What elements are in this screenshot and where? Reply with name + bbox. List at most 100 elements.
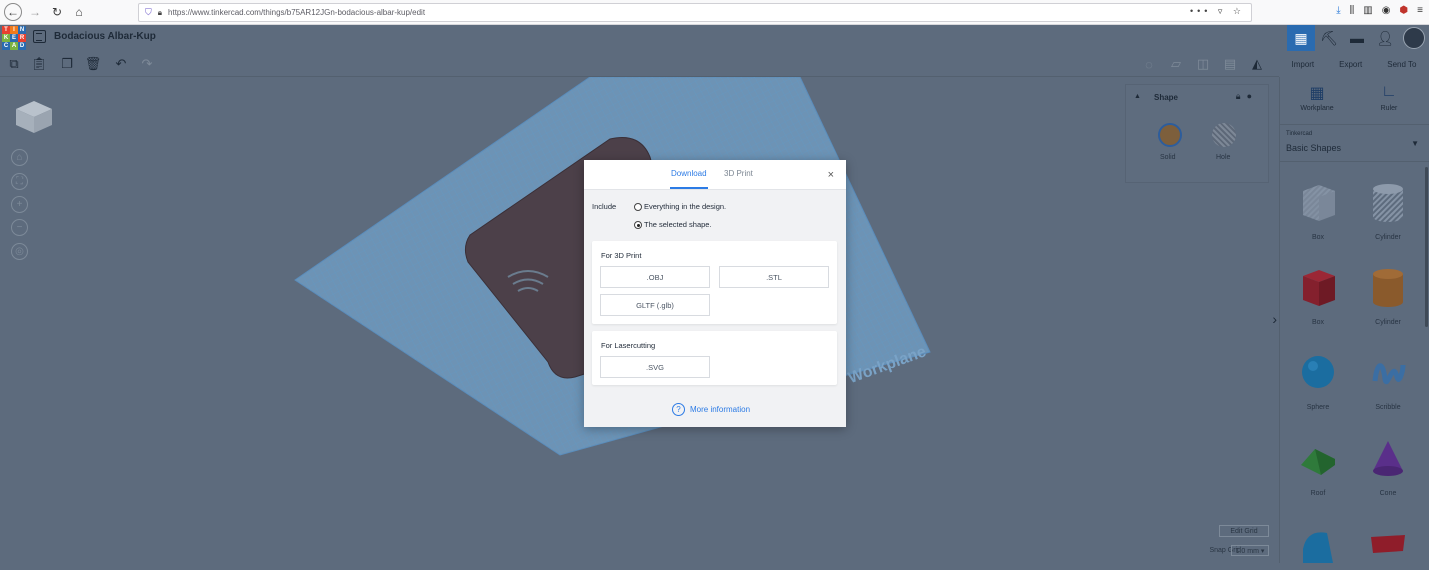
section-3d-print-title: For 3D Print xyxy=(601,251,642,260)
zoom-in-icon[interactable]: + xyxy=(11,196,28,213)
card-3d-print: For 3D Print .OBJ .STL GLTF (.glb) xyxy=(592,241,837,324)
option-selected-label[interactable]: The selected shape. xyxy=(644,220,712,229)
shape-cone[interactable]: Cone xyxy=(1358,437,1418,497)
page-actions[interactable]: ••• ▿ ☆ xyxy=(1190,6,1245,17)
chevron-down-icon[interactable]: ▼ xyxy=(1411,139,1419,148)
extension-icon[interactable]: ⬢ xyxy=(1399,5,1408,16)
perspective-icon[interactable]: ◎ xyxy=(11,243,28,260)
menu-icon[interactable]: ≡ xyxy=(1417,5,1423,16)
home-icon[interactable]: ⌂ xyxy=(70,3,88,21)
shape-cylinder-hole[interactable]: Cylinder xyxy=(1358,181,1418,241)
sidebar-icon[interactable]: ▥ xyxy=(1363,5,1372,16)
library-select[interactable]: Basic Shapes xyxy=(1286,143,1341,153)
redo-icon[interactable]: ↷ xyxy=(138,55,156,73)
tinkercad-logo[interactable]: T I N K E R C A D xyxy=(2,26,26,50)
library-icon[interactable]: ⫼ xyxy=(1350,5,1355,16)
design-menu-icon[interactable] xyxy=(33,30,46,43)
lock-icon[interactable]: 🔒︎ xyxy=(1236,91,1247,101)
bulb-icon[interactable]: ● xyxy=(1247,91,1258,101)
delete-icon[interactable]: 🗑︎ xyxy=(84,55,102,73)
workplane-label: Workplane xyxy=(1300,105,1334,112)
undo-icon[interactable]: ↶ xyxy=(112,55,130,73)
duplicate-icon[interactable]: ❐ xyxy=(58,55,76,73)
collapse-caret-icon[interactable]: ▲ xyxy=(1134,93,1141,100)
back-icon[interactable]: ← xyxy=(4,3,22,21)
solid-swatch[interactable] xyxy=(1158,123,1182,147)
library-source: Tinkercad xyxy=(1286,131,1313,137)
more-information-link[interactable]: ? More information xyxy=(672,403,750,416)
ruler-tool[interactable]: ∟ Ruler xyxy=(1364,83,1414,112)
shape-sphere[interactable]: Sphere xyxy=(1288,351,1348,411)
ruler-label: Ruler xyxy=(1380,105,1398,112)
section-lasercutting-title: For Lasercutting xyxy=(601,341,656,350)
home-view-icon[interactable]: ⌂ xyxy=(11,149,28,166)
shape-label: Scribble xyxy=(1375,404,1401,411)
design-title[interactable]: Bodacious Albar-Kup xyxy=(54,31,156,42)
lock-icon[interactable]: 🔒︎ xyxy=(158,8,162,18)
download-icon[interactable]: ⤓ xyxy=(1336,5,1340,16)
shape-inspector: ▲ Shape 🔒︎● Solid Hole xyxy=(1125,84,1269,183)
shape-scribble[interactable]: Scribble xyxy=(1358,351,1418,411)
obj-button[interactable]: .OBJ xyxy=(600,266,710,288)
send-to-button[interactable]: Send To xyxy=(1387,60,1416,69)
workplane-tool[interactable]: ▦ Workplane xyxy=(1292,83,1342,112)
workplane-icon: ▦ xyxy=(1309,85,1325,102)
stl-button[interactable]: .STL xyxy=(719,266,829,288)
option-everything-label[interactable]: Everything in the design. xyxy=(644,202,726,211)
inspector-icons: 🔒︎● xyxy=(1236,91,1258,102)
export-button[interactable]: Export xyxy=(1339,60,1362,69)
tab-3d-print[interactable]: 3D Print xyxy=(724,169,753,178)
pickaxe-icon[interactable]: ⛏ xyxy=(1315,25,1343,51)
scribble-icon xyxy=(1372,363,1406,385)
divider xyxy=(1280,161,1429,162)
add-user-icon[interactable]: 👤︎ xyxy=(1371,25,1399,51)
gltf-button[interactable]: GLTF (.glb) xyxy=(600,294,710,316)
inspector-title: Shape xyxy=(1154,93,1179,102)
edit-toolbar: ⧉ 📋︎ ❐ 🗑︎ ↶ ↷ ◌ ▱ ◫ ▤ ◭ xyxy=(0,51,1279,77)
svg-button[interactable]: .SVG xyxy=(600,356,710,378)
3d-view-grid-icon[interactable]: ▦ xyxy=(1287,25,1315,51)
panel-scrollbar[interactable] xyxy=(1425,167,1428,327)
zoom-out-icon[interactable]: − xyxy=(11,219,28,236)
logo-letter: R xyxy=(18,34,26,42)
tab-download[interactable]: Download xyxy=(670,169,708,189)
shape-cylinder[interactable]: Cylinder xyxy=(1358,266,1418,326)
import-button[interactable]: Import xyxy=(1291,60,1314,69)
fit-view-icon[interactable]: ⛶ xyxy=(11,173,28,190)
forward-icon[interactable]: → xyxy=(26,3,44,21)
group-icon[interactable]: ◫ xyxy=(1194,55,1212,73)
shape-label: Box xyxy=(1311,234,1325,241)
hole-swatch[interactable] xyxy=(1212,123,1236,147)
hole-label: Hole xyxy=(1216,154,1231,161)
radio-everything[interactable] xyxy=(634,203,642,211)
snap-grid-select[interactable]: 1.0 mm ▾ xyxy=(1231,545,1269,556)
shape-box-hole[interactable]: Box xyxy=(1288,181,1348,241)
close-icon[interactable]: × xyxy=(828,169,834,181)
edit-grid-button[interactable]: Edit Grid xyxy=(1219,525,1269,537)
cone-icon xyxy=(1373,441,1403,476)
radio-selected-shape[interactable] xyxy=(634,221,642,229)
light-bulb-icon[interactable]: ◌ xyxy=(1140,55,1158,73)
bricks-icon[interactable]: ▬ xyxy=(1343,25,1371,51)
align-icon[interactable]: ▤ xyxy=(1221,55,1239,73)
shape-roof[interactable]: Roof xyxy=(1288,437,1348,497)
logo-letter: T xyxy=(2,26,10,34)
app-header: T I N K E R C A D Bodacious Albar-Kup ▦ … xyxy=(0,25,1429,51)
cylinder-icon xyxy=(1373,269,1403,307)
reload-icon[interactable]: ↻ xyxy=(48,3,66,21)
paste-icon[interactable]: 📋︎ xyxy=(30,55,48,73)
address-bar[interactable]: ⛉ 🔒︎ https://www.tinkercad.com/things/b7… xyxy=(138,3,1252,22)
account-icon[interactable]: ◉ xyxy=(1382,5,1391,16)
note-icon[interactable]: ▱ xyxy=(1167,55,1185,73)
mirror-icon[interactable]: ◭ xyxy=(1248,55,1266,73)
shield-icon[interactable]: ⛉ xyxy=(145,7,152,18)
include-label: Include xyxy=(592,202,617,211)
url-text[interactable]: https://www.tinkercad.com/things/b75AR12… xyxy=(168,8,425,17)
collapse-panel-icon[interactable]: › xyxy=(1272,311,1277,327)
copy-icon[interactable]: ⧉ xyxy=(5,55,23,73)
export-dialog: Download 3D Print × Include Everything i… xyxy=(584,160,846,427)
shape-box[interactable]: Box xyxy=(1288,266,1348,326)
view-cube[interactable] xyxy=(12,99,56,135)
ruler-icon: ∟ xyxy=(1381,83,1397,100)
avatar[interactable] xyxy=(1403,27,1425,49)
